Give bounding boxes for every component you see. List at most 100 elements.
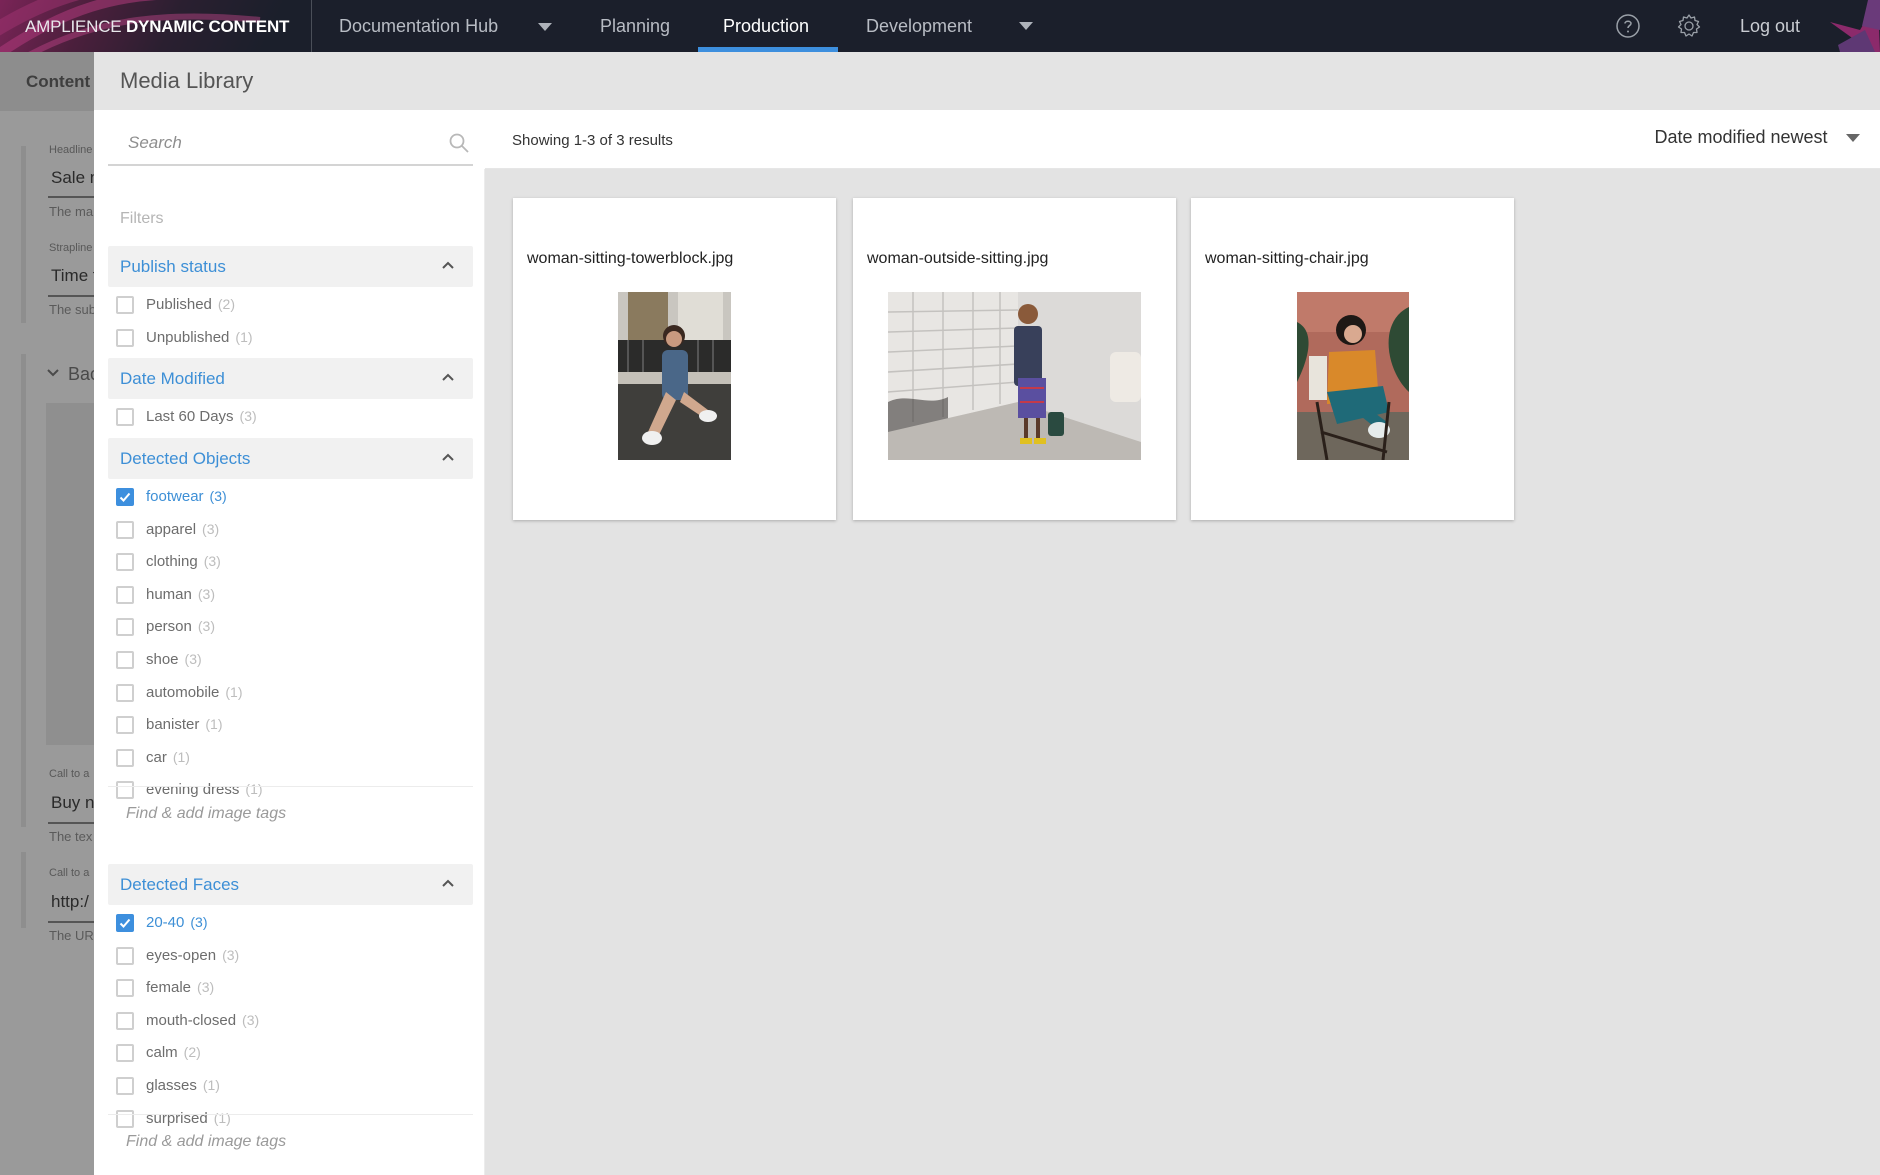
option-count: (3) [184,651,202,667]
filter-option[interactable]: footwear (3) [116,486,456,512]
filter-option-label: eyes-open (3) [146,947,239,964]
option-text: banister [146,716,200,734]
filter-option[interactable]: Last 60 Days (3) [116,406,456,432]
field-group-bar [21,852,26,928]
option-text: Unpublished [146,328,230,346]
checkbox[interactable] [116,1044,134,1063]
checkbox[interactable] [116,683,134,702]
checkbox[interactable] [116,553,134,572]
checkbox[interactable] [116,585,134,604]
chevron-up-icon[interactable] [441,452,455,462]
filter-option[interactable]: apparel (3) [116,519,456,545]
checkbox[interactable] [116,408,134,426]
tag-search-input[interactable] [126,802,426,826]
option-count: (2) [183,1044,201,1061]
checkbox[interactable] [116,520,134,539]
filter-group-header[interactable]: Date Modified [108,358,473,399]
filter-option[interactable]: human (3) [116,584,456,610]
gear-icon[interactable] [1676,13,1702,39]
photo-portrait-chair [1297,292,1409,460]
checkbox[interactable] [116,748,134,767]
checkbox[interactable] [116,618,134,637]
option-text: footwear [146,488,204,505]
hub-selector[interactable]: Documentation Hub [339,0,498,52]
checkbox-checked[interactable] [116,488,134,506]
filter-option[interactable]: calm (2) [116,1042,456,1068]
chevron-up-icon[interactable] [441,878,455,888]
filter-option[interactable]: mouth-closed (3) [116,1010,456,1036]
filter-group-header[interactable]: Detected Faces [108,864,473,905]
asset-thumbnail [1297,292,1409,460]
bg-image-block [46,403,94,745]
search-icon[interactable] [448,132,470,154]
filter-option[interactable]: 20-40 (3) [116,912,456,938]
chevron-up-icon[interactable] [441,260,455,270]
tab-planning[interactable]: Planning [600,0,670,52]
asset-card[interactable]: woman-sitting-chair.jpg [1191,198,1514,520]
option-text: eyes-open [146,946,217,964]
option-text: evening dress [146,781,240,799]
filter-option[interactable]: eyes-open (3) [116,945,456,971]
results-count: Showing 1-3 of 3 results [512,132,673,149]
tab-development[interactable]: Development [866,0,972,52]
asset-card[interactable]: woman-sitting-towerblock.jpg [513,198,836,520]
chevron-up-icon[interactable] [441,372,455,382]
checkbox[interactable] [116,979,134,998]
filter-option[interactable]: car (1) [116,747,456,773]
bg-field-label: Headline [49,144,93,156]
development-dropdown-icon[interactable] [1019,22,1033,30]
help-circle-icon[interactable] [1615,13,1641,39]
checkbox[interactable] [116,946,134,965]
filter-option[interactable]: Unpublished (1) [116,327,456,353]
filter-option[interactable]: shoe (3) [116,649,456,675]
option-text: calm [146,1044,178,1062]
filter-option-label: clothing (3) [146,553,221,570]
checkbox-checked[interactable] [116,914,134,932]
filter-option[interactable]: clothing (3) [116,551,456,577]
filter-option[interactable]: person (3) [116,616,456,642]
filter-option-label: footwear (3) [146,488,227,505]
asset-card[interactable]: woman-outside-sitting.jpg [853,198,1176,520]
checkbox[interactable] [116,1109,134,1128]
search-input[interactable] [128,130,418,156]
checkbox[interactable] [116,651,134,669]
logout-link[interactable]: Log out [1740,0,1800,52]
filter-option[interactable]: banister (1) [116,714,456,740]
filter-option[interactable]: female (3) [116,977,456,1003]
sort-dropdown[interactable]: Date modified newest [1654,127,1860,153]
tag-search-input[interactable] [126,1130,426,1154]
filter-group-header[interactable]: Detected Objects [108,438,473,479]
option-text: human [146,585,192,603]
filter-option[interactable]: automobile (1) [116,682,456,708]
checkbox[interactable] [116,328,134,347]
brand-star-decoration [1830,0,1880,52]
option-text: Last 60 Days [146,408,234,425]
app-logo[interactable]: AMPLIENCE DYNAMIC CONTENT [0,0,312,52]
results-toolbar: Showing 1-3 of 3 results Date modified n… [485,110,1880,169]
sort-dropdown-icon [1846,133,1860,142]
checkbox[interactable] [116,716,134,735]
checkbox[interactable] [116,1011,134,1030]
option-text: person [146,618,192,636]
filter-group-title: Date Modified [120,369,225,388]
filter-option[interactable]: Published (2) [116,294,456,320]
checkbox[interactable] [116,781,134,800]
filter-sidebar: Filters Publish status Published (2) Unpubl… [94,110,485,1175]
option-count: (1) [245,781,263,798]
filter-group-header[interactable]: Publish status [108,246,473,287]
option-count: (1) [225,683,243,700]
checkbox[interactable] [116,1077,134,1095]
filter-option-label: female (3) [146,979,214,996]
checkbox[interactable] [116,296,134,314]
filter-option[interactable]: glasses (1) [116,1075,456,1101]
divider [108,1114,473,1115]
option-count: (3) [222,946,240,963]
media-library-header: Media Library [94,52,1880,110]
hub-dropdown-icon[interactable] [538,23,552,31]
background-content-editor: Content I Headline Sale n The ma Strapli… [0,52,94,1175]
filter-option-label: glasses (1) [146,1077,220,1094]
tab-production[interactable]: Production [723,0,809,52]
option-text: mouth-closed [146,1011,237,1029]
option-text: surprised [146,1109,208,1127]
logo-text: AMPLIENCE DYNAMIC CONTENT [25,17,290,36]
